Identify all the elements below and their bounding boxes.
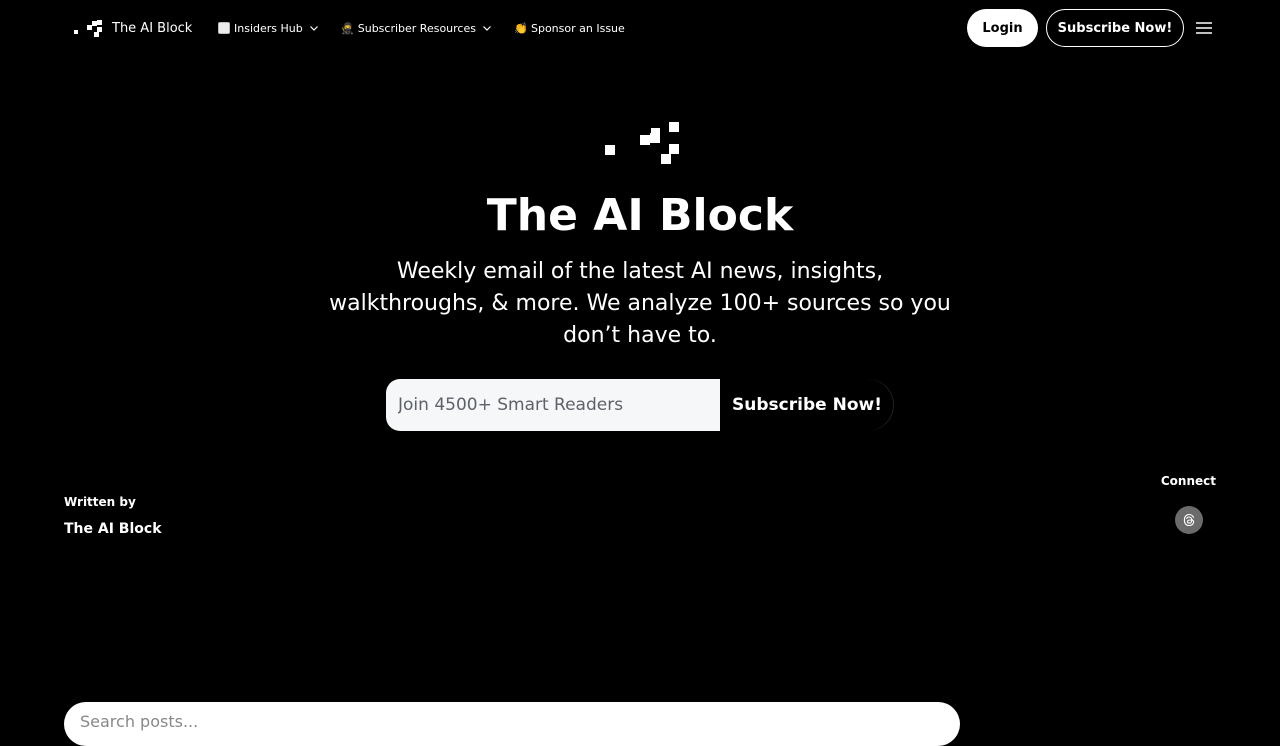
chevron-down-icon bbox=[309, 26, 318, 31]
nav-item-label: Subscriber Resources bbox=[357, 21, 476, 35]
main-nav: Insiders Hub 🥷 Subscriber Resources 👏 Sp… bbox=[218, 16, 647, 40]
brand-name: The AI Block bbox=[112, 20, 193, 36]
brand-logo-icon bbox=[605, 122, 679, 164]
hamburger-menu-icon bbox=[1196, 22, 1212, 34]
connect-label: Connect bbox=[1160, 474, 1216, 488]
subscribe-now-button[interactable]: Subscribe Now! bbox=[720, 379, 894, 431]
nav-item-label: Insiders Hub bbox=[234, 21, 303, 35]
site-header: The AI Block Insiders Hub 🥷 Subscriber R… bbox=[0, 0, 1280, 56]
author-name[interactable]: The AI Block bbox=[64, 521, 162, 537]
ninja-emoji-icon: 🥷 bbox=[340, 21, 355, 35]
subscribe-now-header-button[interactable]: Subscribe Now! bbox=[1046, 9, 1184, 47]
menu-button[interactable] bbox=[1192, 16, 1216, 40]
brand-home-link[interactable]: The AI Block bbox=[72, 16, 192, 40]
threads-icon bbox=[1183, 513, 1195, 527]
nav-item-subscriber-resources[interactable]: 🥷 Subscriber Resources bbox=[341, 22, 492, 35]
newsletter-signup-form: Subscribe Now! bbox=[386, 379, 894, 431]
hero-title: The AI Block bbox=[486, 190, 794, 241]
threads-social-link[interactable] bbox=[1175, 506, 1203, 534]
email-input[interactable] bbox=[386, 379, 720, 431]
nav-item-label: Sponsor an Issue bbox=[530, 21, 625, 35]
clapping-hands-emoji-icon: 👏 bbox=[514, 21, 528, 35]
nav-item-sponsor-an-issue[interactable]: 👏 Sponsor an Issue bbox=[514, 22, 625, 35]
search-bar bbox=[64, 702, 960, 746]
chevron-down-icon bbox=[483, 26, 491, 31]
login-button[interactable]: Login bbox=[967, 9, 1038, 47]
white-square-icon bbox=[218, 22, 230, 34]
nav-item-insiders-hub[interactable]: Insiders Hub bbox=[218, 22, 319, 35]
hero-logo bbox=[603, 120, 683, 170]
written-by-label: Written by bbox=[64, 495, 136, 509]
search-input[interactable] bbox=[78, 710, 878, 732]
brand-logo-icon bbox=[74, 20, 102, 37]
hero-description: Weekly email of the latest AI news, insi… bbox=[329, 259, 951, 348]
